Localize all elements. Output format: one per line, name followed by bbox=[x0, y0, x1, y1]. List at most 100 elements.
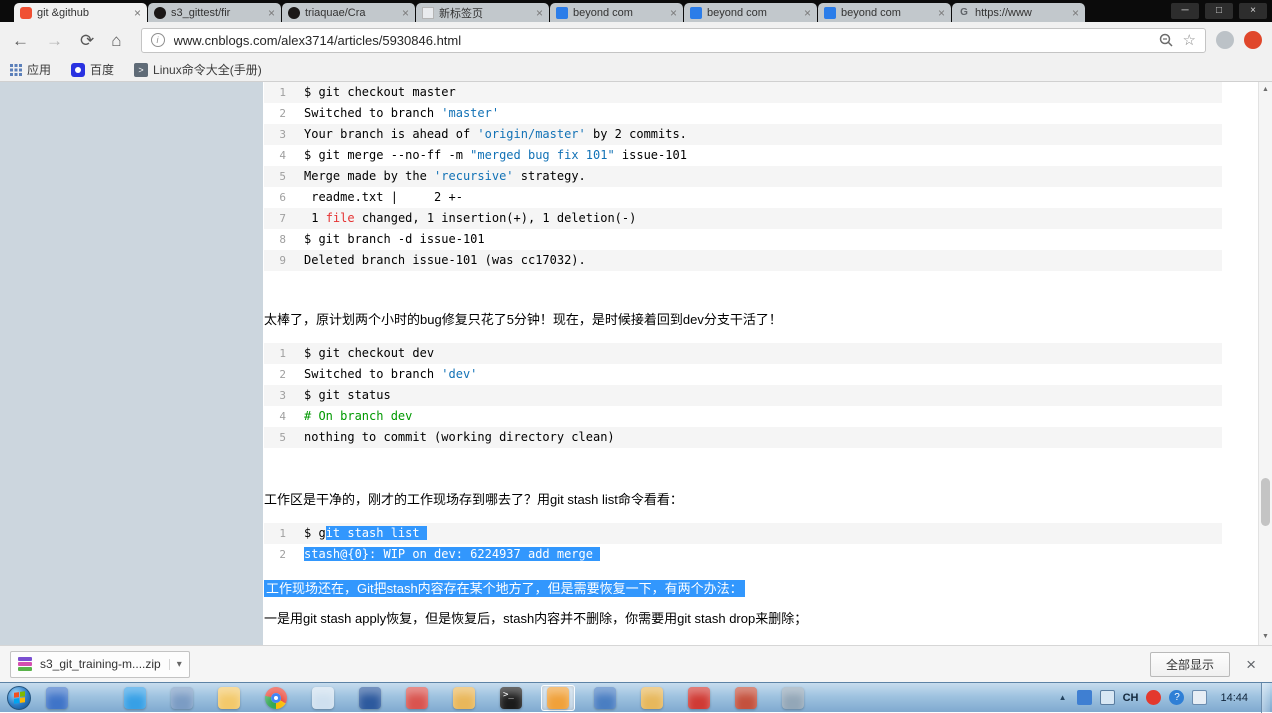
notepad-icon[interactable] bbox=[306, 685, 340, 711]
line-number: 2 bbox=[279, 107, 286, 120]
cmd-icon[interactable] bbox=[494, 685, 528, 711]
bookmark-baidu[interactable]: 百度 bbox=[71, 61, 114, 78]
line-number: 2 bbox=[279, 548, 286, 561]
window-controls: ─ □ × bbox=[1171, 3, 1267, 19]
download-file-name: s3_git_training-m....zip bbox=[40, 657, 161, 671]
tab-label: beyond com bbox=[573, 6, 633, 19]
code-text: Switched to branch 'dev' bbox=[304, 367, 478, 381]
download-bar: s3_git_training-m....zip ▾ 全部显示 × bbox=[0, 645, 1272, 682]
tray-document-icon[interactable] bbox=[1076, 690, 1092, 705]
code-line: 2 Switched to branch 'master' bbox=[264, 103, 1222, 124]
explorer-folder-icon[interactable] bbox=[212, 685, 246, 711]
tab-label: git &github bbox=[37, 6, 89, 19]
tab-close-icon[interactable]: × bbox=[938, 7, 945, 19]
blue-favicon-icon bbox=[556, 6, 568, 19]
remote-desktop-icon[interactable] bbox=[776, 685, 810, 711]
paragraph-bugfix-done: 太棒了，原计划两个小时的bug修复只花了5分钟！现在，是时候接着回到dev分支干… bbox=[264, 312, 782, 327]
browser-tab[interactable]: beyond com × bbox=[684, 3, 817, 22]
line-number: 4 bbox=[279, 410, 286, 423]
scrollbar-down-arrow[interactable]: ▼ bbox=[1259, 630, 1272, 644]
tray-display-icon[interactable] bbox=[1099, 690, 1115, 705]
keyboard-icon[interactable] bbox=[1192, 690, 1208, 705]
clock[interactable]: 14:44 bbox=[1220, 692, 1248, 704]
github-favicon-icon bbox=[154, 6, 166, 19]
browser-tab[interactable]: triaquae/Cra × bbox=[282, 3, 415, 22]
virtualbox-icon[interactable] bbox=[588, 685, 622, 711]
tab-close-icon[interactable]: × bbox=[804, 7, 811, 19]
paragraph-stash-apply: 一是用git stash apply恢复，但是恢复后，stash内容并不删除，你… bbox=[264, 611, 808, 626]
language-indicator[interactable]: CH bbox=[1123, 692, 1139, 704]
folder-share-icon[interactable] bbox=[635, 685, 669, 711]
tab-close-icon[interactable]: × bbox=[1072, 7, 1079, 19]
download-item[interactable]: s3_git_training-m....zip ▾ bbox=[10, 650, 190, 678]
word-icon[interactable] bbox=[353, 685, 387, 711]
scrollbar-thumb[interactable] bbox=[1261, 478, 1270, 526]
line-number: 3 bbox=[279, 389, 286, 402]
blue-favicon-icon bbox=[690, 6, 702, 19]
code-line: 2 Switched to branch 'dev' bbox=[264, 364, 1222, 385]
address-bar[interactable]: i www.cnblogs.com/alex3714/articles/5930… bbox=[140, 27, 1206, 53]
help-icon[interactable]: ? bbox=[1169, 690, 1185, 705]
netease-music-icon[interactable] bbox=[682, 685, 716, 711]
bookmark-label: 应用 bbox=[27, 63, 52, 77]
bookmark-linux-commands[interactable]: > Linux命令大全(手册) bbox=[134, 61, 262, 78]
home-button[interactable]: ⌂ bbox=[111, 32, 121, 49]
browser-tab[interactable]: git &github × bbox=[14, 3, 147, 22]
ftp-client-icon[interactable] bbox=[541, 684, 575, 711]
line-number: 1 bbox=[279, 86, 286, 99]
internet-explorer-icon[interactable] bbox=[40, 685, 74, 711]
sogou-input-icon[interactable] bbox=[1146, 690, 1162, 705]
zoom-icon[interactable] bbox=[1159, 33, 1173, 47]
tab-close-icon[interactable]: × bbox=[268, 7, 275, 19]
tab-close-icon[interactable]: × bbox=[402, 7, 409, 19]
page-info-icon[interactable]: i bbox=[150, 33, 165, 47]
code-block-git-stash-list: 1 $ git stash list 2 stash@{0}: WIP on dev… bbox=[264, 523, 1222, 565]
minimize-button[interactable]: ─ bbox=[1171, 3, 1199, 19]
terminal-icon: > bbox=[134, 62, 149, 77]
browser-tab[interactable]: beyond com × bbox=[818, 3, 951, 22]
extension-gray-icon[interactable] bbox=[1216, 31, 1234, 49]
tray-expand-icon[interactable]: ▲ bbox=[1057, 690, 1069, 705]
extension-orange-icon[interactable] bbox=[1244, 31, 1262, 49]
show-all-downloads-button[interactable]: 全部显示 bbox=[1150, 651, 1231, 677]
media-player-icon[interactable] bbox=[400, 685, 434, 711]
browser-tab[interactable]: G https://www × bbox=[952, 3, 1085, 22]
start-button[interactable] bbox=[7, 685, 31, 710]
ftp-client-glyph-icon bbox=[547, 686, 569, 709]
browser-tab[interactable]: 新标签页 × bbox=[416, 3, 549, 22]
page-scrollbar[interactable]: ▲ ▼ bbox=[1258, 82, 1272, 645]
save-icon[interactable] bbox=[165, 685, 199, 711]
maximize-button[interactable]: □ bbox=[1205, 3, 1233, 19]
chrome-icon[interactable] bbox=[259, 685, 293, 711]
code-line: 8 $ git branch -d issue-101 bbox=[264, 229, 1222, 250]
browser-tab[interactable]: beyond com × bbox=[550, 3, 683, 22]
browser2-glyph-icon bbox=[735, 686, 757, 709]
tab-label: s3_gittest/fir bbox=[171, 6, 231, 19]
tab-close-icon[interactable]: × bbox=[536, 7, 543, 19]
tab-close-icon[interactable]: × bbox=[670, 7, 677, 19]
zip-file-icon bbox=[18, 657, 32, 671]
show-desktop-button[interactable] bbox=[1261, 682, 1270, 713]
code-block-git-merge: 1 $ git checkout master 2 Switched to branc… bbox=[264, 82, 1222, 271]
folder-share-glyph-icon bbox=[641, 686, 663, 709]
back-button[interactable]: ← bbox=[12, 32, 29, 49]
code-line: 5 Merge made by the 'recursive' strategy. bbox=[264, 166, 1222, 187]
page-content: 1 $ git checkout master 2 Switched to branc… bbox=[0, 82, 1272, 645]
internet-explorer-glyph-icon bbox=[46, 686, 68, 709]
messenger-icon[interactable] bbox=[118, 685, 152, 711]
bookmark-star-icon[interactable]: ☆ bbox=[1183, 33, 1196, 48]
browser2-icon[interactable] bbox=[729, 685, 763, 711]
tab-close-icon[interactable]: × bbox=[134, 7, 141, 19]
browser-tab[interactable]: s3_gittest/fir × bbox=[148, 3, 281, 22]
tab-label: beyond com bbox=[841, 6, 901, 19]
download-bar-close-icon[interactable]: × bbox=[1246, 656, 1256, 673]
refresh-button[interactable]: ⟳ bbox=[80, 32, 94, 49]
folder-settings-icon[interactable] bbox=[447, 685, 481, 711]
scrollbar-up-arrow[interactable]: ▲ bbox=[1259, 83, 1272, 97]
chevron-down-icon[interactable]: ▾ bbox=[168, 658, 182, 670]
forward-button[interactable]: → bbox=[46, 32, 63, 49]
bookmark-apps[interactable]: 应用 bbox=[10, 61, 51, 78]
bookmark-label: 百度 bbox=[90, 63, 115, 77]
close-button[interactable]: × bbox=[1239, 3, 1267, 19]
code-text: $ git merge --no-ff -m "merged bug fix 1… bbox=[304, 148, 687, 162]
